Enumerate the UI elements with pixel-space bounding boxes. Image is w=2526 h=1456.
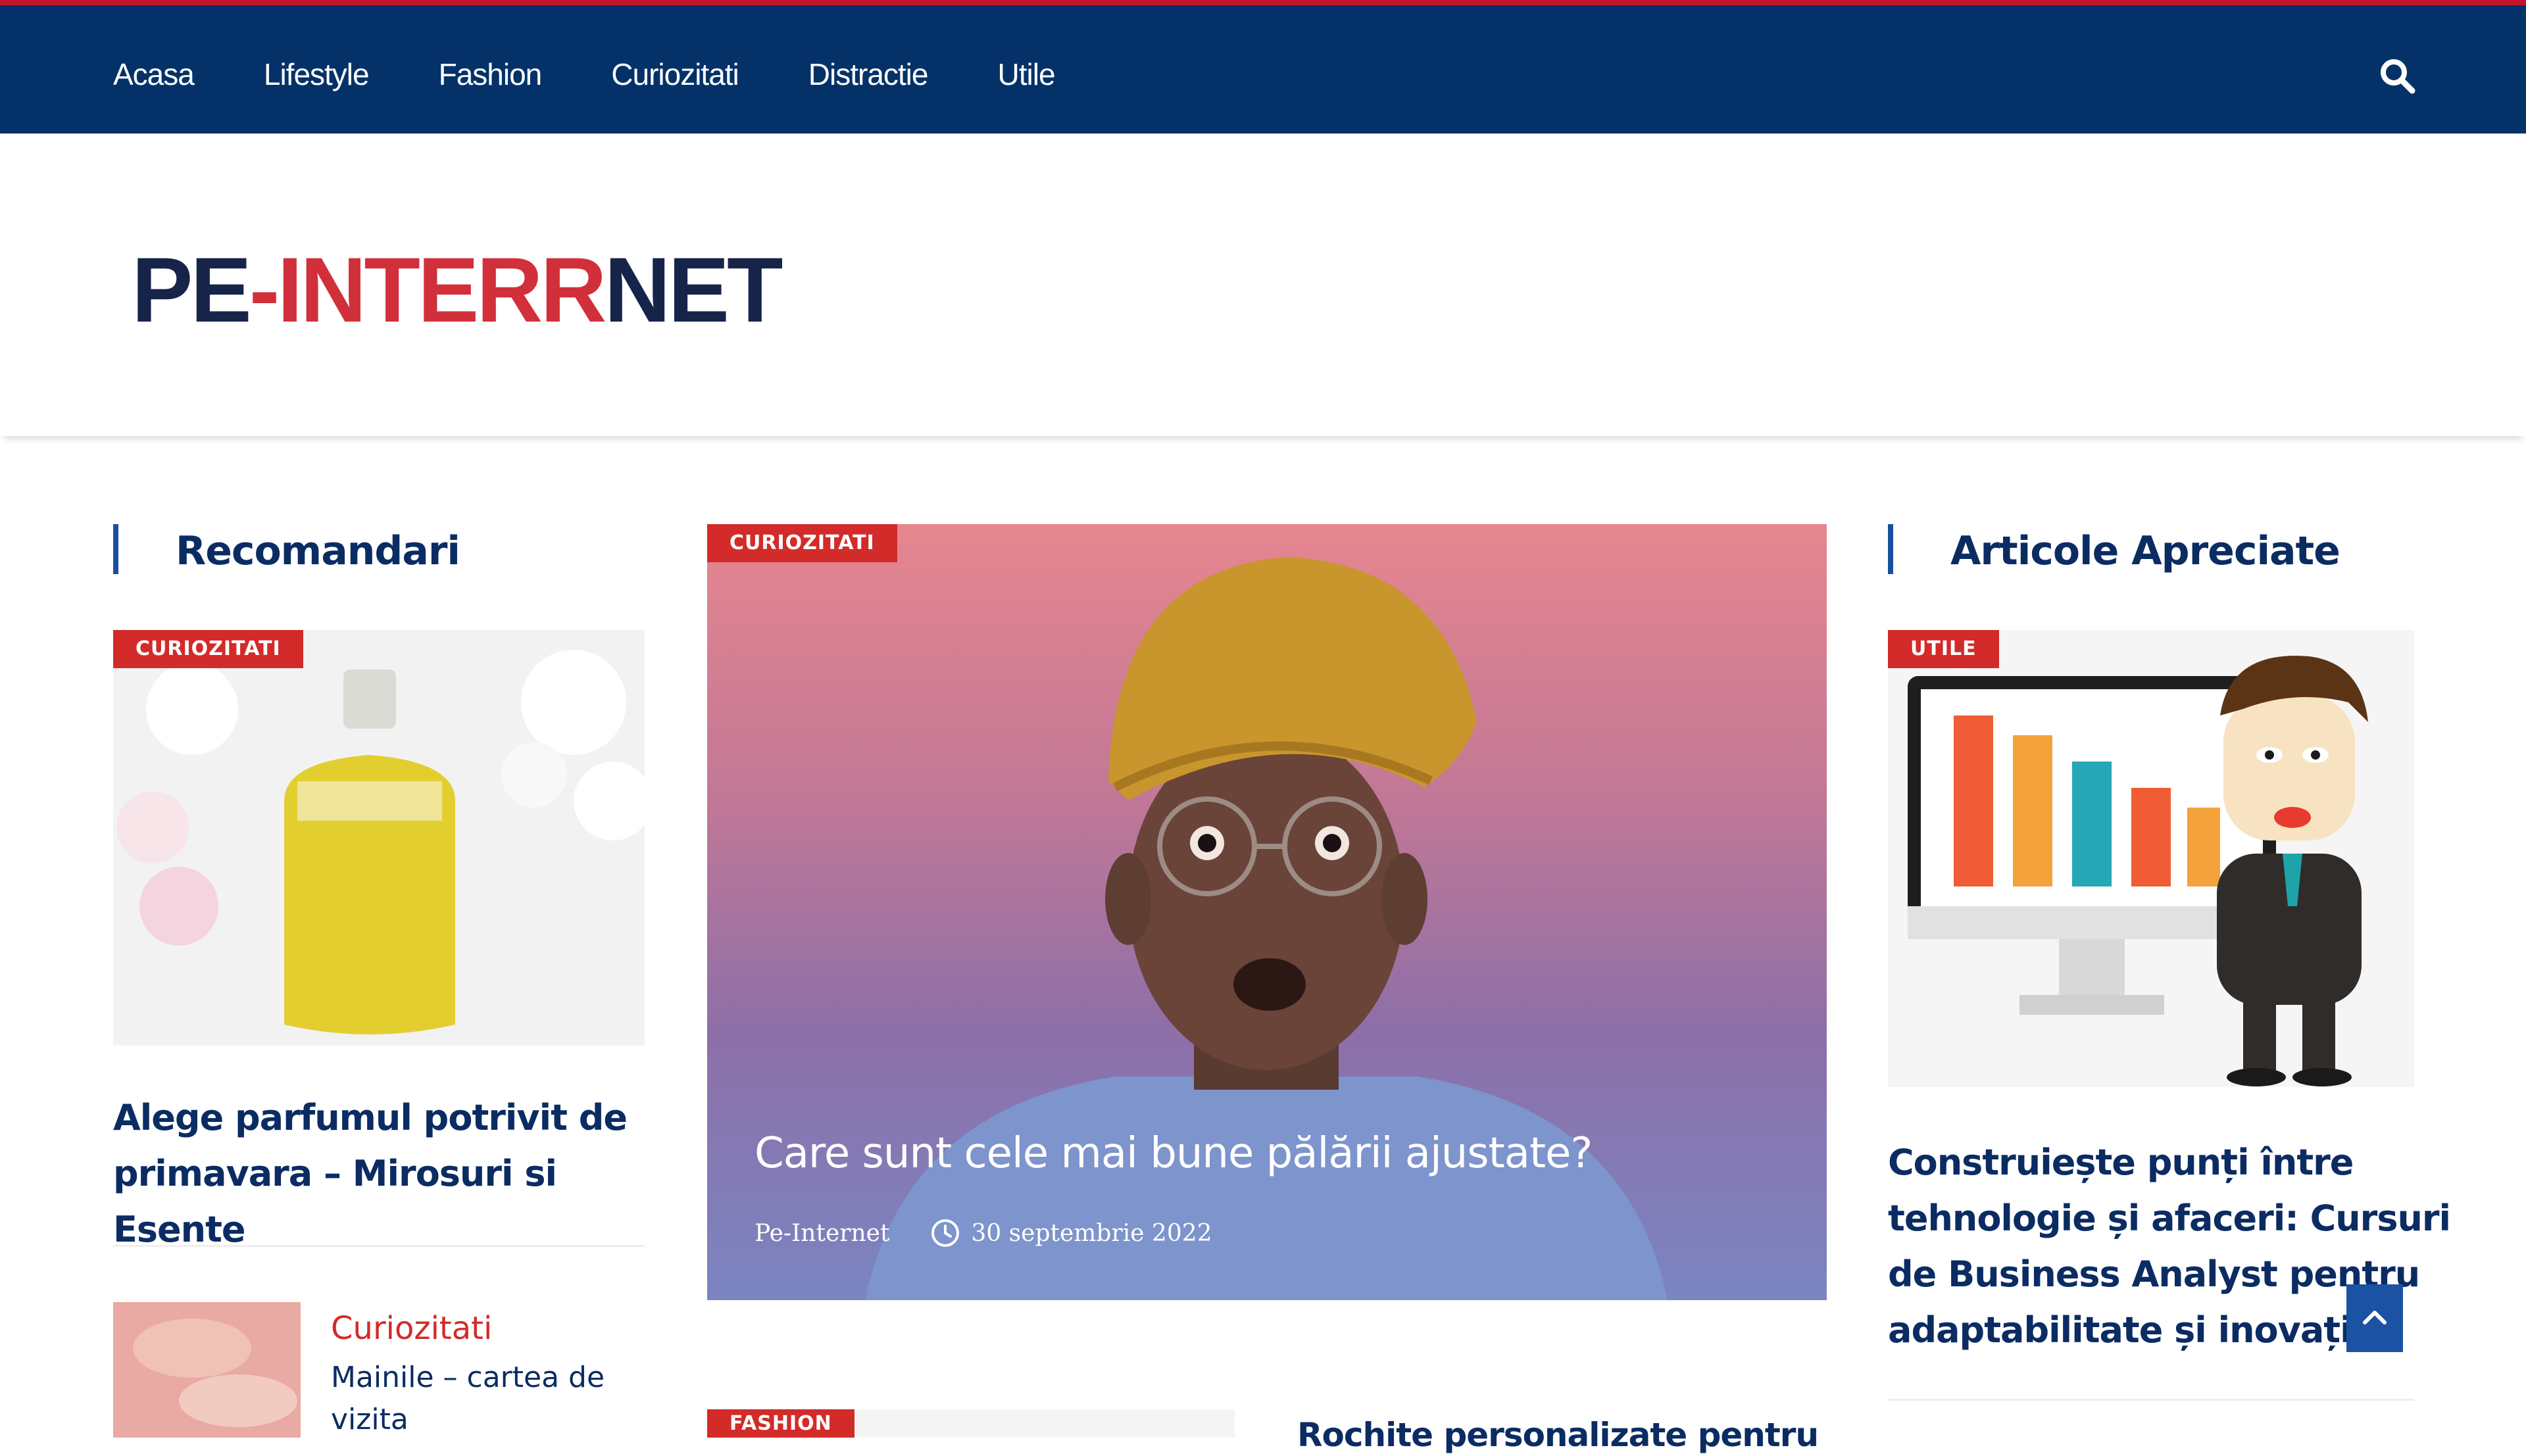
top-navigation-bar: Acasa Lifestyle Fashion Curiozitati Dist…	[0, 0, 2526, 133]
articole-apreciate-heading: Articole Apreciate	[1888, 524, 2480, 577]
search-icon[interactable]	[2378, 57, 2417, 96]
category-badge[interactable]: UTILE	[1888, 630, 1999, 668]
perfume-image[interactable]	[113, 630, 645, 1046]
author-name[interactable]: Pe-Internet	[755, 1220, 889, 1247]
site-header: PE-INTERRNET	[0, 133, 2526, 436]
mini-article-title[interactable]: Mainile – cartea de vizita	[331, 1357, 633, 1441]
scroll-to-top-button[interactable]	[2346, 1284, 2403, 1352]
category-badge[interactable]: CURIOZITATI	[113, 630, 303, 668]
clock-icon	[929, 1217, 962, 1250]
nav-item-lifestyle[interactable]: Lifestyle	[264, 57, 370, 92]
business-analyst-image[interactable]	[1888, 630, 2414, 1087]
category-badge[interactable]: CURIOZITATI	[707, 524, 897, 562]
article-title[interactable]: Rochite personalizate pentru	[1297, 1414, 1819, 1456]
mini-category-label[interactable]: Curiozitati	[331, 1310, 492, 1347]
section-title: Recomandari	[176, 528, 460, 574]
site-logo[interactable]: PE-INTERRNET	[132, 244, 783, 336]
nav-item-distractie[interactable]: Distractie	[808, 57, 929, 92]
recomandari-heading: Recomandari	[113, 524, 639, 577]
divider	[1888, 1399, 2414, 1401]
category-badge[interactable]: FASHION	[707, 1409, 854, 1438]
publish-date: 30 septembrie 2022	[971, 1219, 1212, 1247]
logo-text-net: NET	[604, 238, 783, 341]
logo-text-pe: PE	[132, 238, 252, 341]
chevron-up-icon	[2363, 1311, 2387, 1324]
logo-text-dash-inter: -INTER	[249, 238, 543, 341]
heading-accent-bar	[1888, 524, 1893, 574]
nav-item-utile[interactable]: Utile	[998, 57, 1056, 92]
featured-article[interactable]: Care sunt cele mai bune pălării ajustate…	[707, 524, 1827, 1300]
logo-text-r: R	[540, 238, 607, 341]
article-title[interactable]: Alege parfumul potrivit de primavara – M…	[113, 1090, 666, 1257]
divider	[113, 1245, 645, 1247]
nav-menu: Acasa Lifestyle Fashion Curiozitati Dist…	[113, 57, 1125, 92]
section-title: Articole Apreciate	[1950, 528, 2340, 574]
featured-article-title[interactable]: Care sunt cele mai bune pălării ajustate…	[755, 1129, 1593, 1178]
nav-item-acasa[interactable]: Acasa	[113, 57, 195, 92]
hands-thumbnail[interactable]	[113, 1302, 301, 1438]
featured-article-meta: Pe-Internet 30 septembrie 2022	[755, 1217, 1212, 1250]
heading-accent-bar	[113, 524, 118, 574]
featured-image	[865, 557, 1668, 1300]
nav-item-curiozitati[interactable]: Curiozitati	[611, 57, 739, 92]
nav-item-fashion[interactable]: Fashion	[439, 57, 543, 92]
